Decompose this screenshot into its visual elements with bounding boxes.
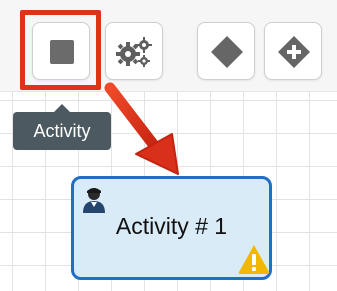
warning-icon bbox=[238, 245, 270, 274]
activity-label: Activity # 1 bbox=[115, 213, 228, 239]
activity-node[interactable]: Activity # 1 bbox=[71, 176, 272, 280]
user-icon bbox=[83, 188, 105, 213]
